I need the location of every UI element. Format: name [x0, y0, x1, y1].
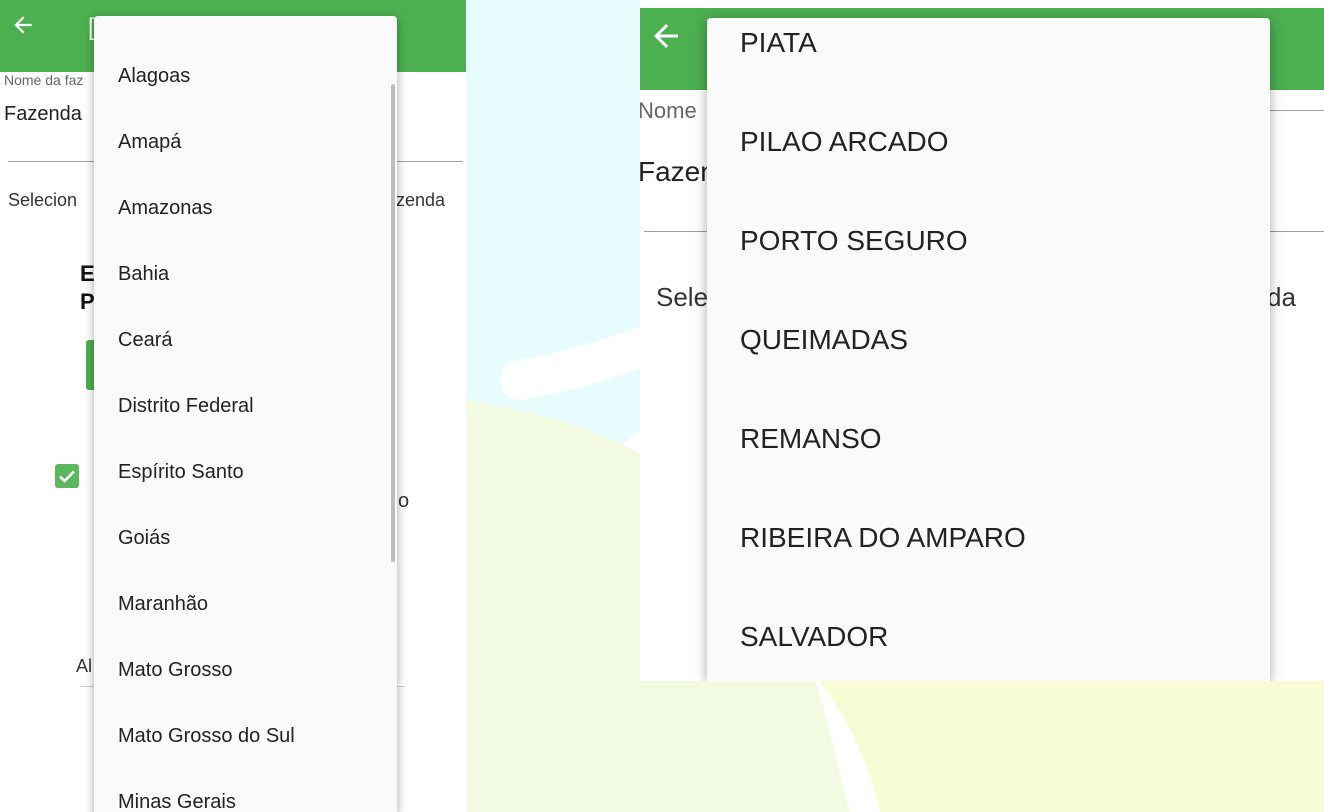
state-dropdown-menu: Alagoas Amapá Amazonas Bahia Ceará Distr… — [94, 16, 397, 812]
state-option[interactable]: Amapá — [118, 130, 181, 154]
section-heading-line-2: P — [80, 289, 95, 314]
farm-name-label: Nome da faz — [4, 72, 84, 88]
city-dropdown-menu: PIATA PILAO ARCADO PORTO SEGURO QUEIMADA… — [707, 18, 1270, 681]
arrow-left-icon[interactable] — [10, 12, 36, 38]
city-option[interactable]: QUEIMADAS — [740, 323, 908, 357]
state-option[interactable]: Maranhão — [118, 592, 208, 616]
state-option[interactable]: Goiás — [118, 526, 170, 550]
state-option[interactable]: Mato Grosso — [118, 658, 232, 682]
checked-checkbox[interactable] — [55, 464, 79, 488]
farm-name-label: Nome — [640, 98, 697, 123]
section-heading-line-1: E — [80, 261, 95, 286]
state-option[interactable]: Mato Grosso do Sul — [118, 724, 295, 748]
right-screenshot: Nome Fazen Sele da PIATA PILAO ARCADO PO… — [640, 0, 1324, 681]
state-option[interactable]: Alagoas — [118, 64, 190, 88]
state-option[interactable]: Bahia — [118, 262, 169, 286]
check-icon — [59, 470, 75, 483]
city-option[interactable]: SALVADOR — [740, 620, 888, 654]
city-option[interactable]: PIATA — [740, 26, 817, 60]
state-option[interactable]: Amazonas — [118, 196, 213, 220]
left-screenshot: [ Nome da faz Fazenda Selecion azenda E … — [0, 0, 466, 812]
city-option[interactable]: PORTO SEGURO — [740, 224, 968, 258]
city-option[interactable]: REMANSO — [740, 422, 882, 456]
checkbox-label-tail: o — [398, 490, 410, 512]
state-option[interactable]: Minas Gerais — [118, 790, 236, 812]
section-heading: E P — [80, 260, 95, 316]
city-option[interactable]: PILAO ARCADO — [740, 125, 949, 159]
state-option[interactable]: Ceará — [118, 328, 172, 352]
state-option[interactable]: Distrito Federal — [118, 394, 254, 418]
city-option[interactable]: RIBEIRA DO AMPARO — [740, 521, 1026, 555]
menu-scrollbar[interactable] — [391, 84, 395, 562]
arrow-left-icon[interactable] — [648, 18, 684, 54]
farm-name-input[interactable]: Fazen — [640, 156, 716, 188]
field-divider-right — [1270, 110, 1324, 111]
farm-name-input[interactable]: Fazenda — [4, 103, 82, 126]
state-option[interactable]: Espírito Santo — [118, 460, 244, 484]
farm-name-underline-right — [1270, 231, 1324, 232]
select-instruction-left: Selecion — [8, 190, 78, 210]
select-instruction-left: Sele — [656, 282, 709, 312]
farm-name-underline — [644, 231, 708, 232]
lower-field-label: Al — [76, 656, 93, 676]
select-instruction-right: da — [1267, 282, 1296, 312]
